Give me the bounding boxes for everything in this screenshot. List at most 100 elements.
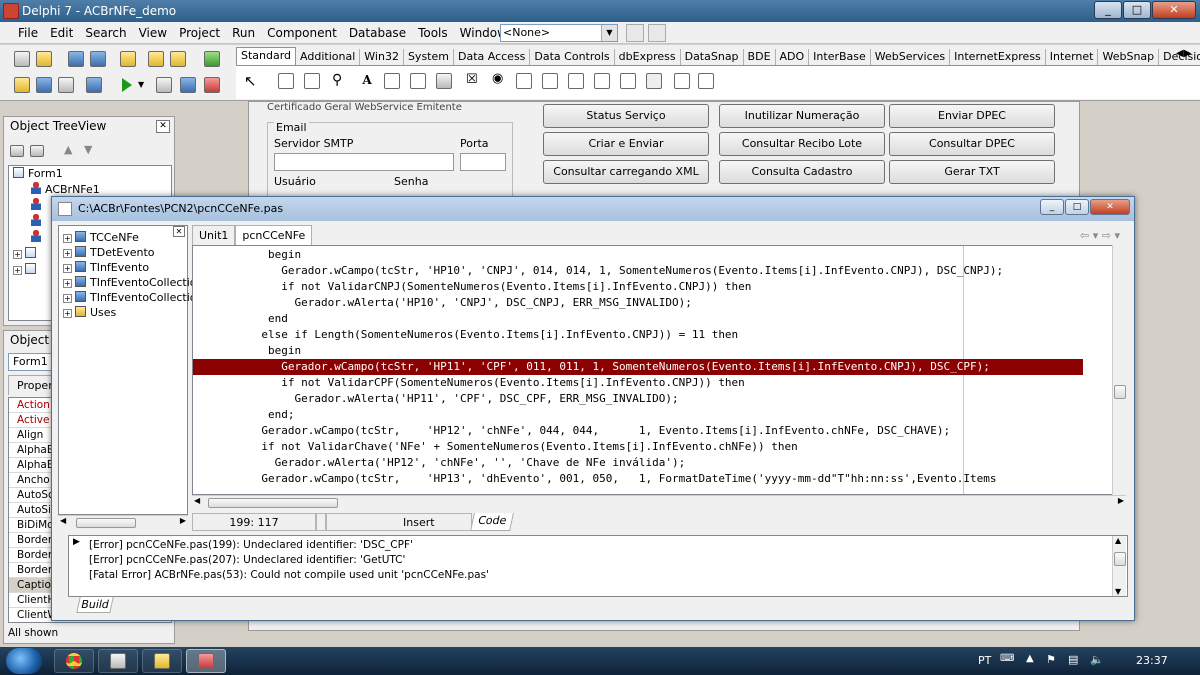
- palette-tab[interactable]: dbExpress: [615, 49, 681, 65]
- code-line[interactable]: Gerador.wCampo(tcStr, 'HP12', 'chNFe', 0…: [193, 423, 950, 439]
- code-line[interactable]: if not ValidarChave('NFe' + SomenteNumer…: [193, 439, 797, 455]
- code-line[interactable]: end;: [193, 407, 295, 423]
- palette-tab[interactable]: Data Access: [454, 49, 531, 65]
- message-line[interactable]: [Error] pcnCCeNFe.pas(199): Undeclared i…: [69, 538, 413, 553]
- popupmenu-icon[interactable]: [304, 73, 320, 89]
- action-center-flag-icon[interactable]: ⚑: [1046, 653, 1056, 666]
- label-icon[interactable]: A: [356, 69, 378, 91]
- save-all-icon[interactable]: [90, 51, 106, 67]
- form-action-button[interactable]: Consultar carregando XML: [543, 160, 709, 184]
- code-vscrollbar[interactable]: [1112, 245, 1126, 495]
- menu-item-project[interactable]: Project: [173, 26, 226, 40]
- help-icon[interactable]: [204, 51, 220, 67]
- cursor-icon[interactable]: ⚲: [332, 72, 342, 88]
- add-file-icon[interactable]: [148, 51, 164, 67]
- combobox-icon[interactable]: [542, 73, 558, 89]
- save-desktop-icon[interactable]: [626, 24, 644, 42]
- trace-into-icon[interactable]: [180, 77, 196, 93]
- scrollbar-icon[interactable]: [568, 73, 584, 89]
- save-icon[interactable]: [68, 51, 84, 67]
- close-icon[interactable]: ✕: [156, 120, 170, 133]
- form-action-button[interactable]: Gerar TXT: [889, 160, 1055, 184]
- menu-item-tools[interactable]: Tools: [412, 26, 454, 40]
- language-indicator[interactable]: PT: [978, 654, 991, 667]
- editor-maximize-button[interactable]: □: [1065, 199, 1089, 215]
- clock[interactable]: 23:37: [1136, 654, 1168, 667]
- close-icon[interactable]: ✕: [173, 226, 185, 237]
- form-action-button[interactable]: Consultar DPEC: [889, 132, 1055, 156]
- view-form-icon[interactable]: [36, 77, 52, 93]
- expand-icon[interactable]: +: [13, 266, 22, 275]
- palette-tab[interactable]: Standard: [236, 47, 297, 65]
- edit-icon[interactable]: [384, 73, 400, 89]
- code-line[interactable]: Gerador.wCampo(tcStr, 'HP10', 'CNPJ', 01…: [193, 263, 1003, 279]
- expand-icon[interactable]: +: [63, 264, 72, 273]
- tab-pcnccenfe[interactable]: pcnCCeNFe: [235, 225, 313, 245]
- form-action-button[interactable]: Status Serviço: [543, 104, 709, 128]
- menu-item-database[interactable]: Database: [343, 26, 412, 40]
- scroll-thumb[interactable]: [1114, 385, 1126, 399]
- code-line[interactable]: Gerador.wAlerta('HP11', 'CPF', DSC_CPF, …: [193, 391, 678, 407]
- scroll-right-icon[interactable]: ▶: [1118, 496, 1124, 505]
- expand-icon[interactable]: +: [63, 294, 72, 303]
- mainmenu-icon[interactable]: [278, 73, 294, 89]
- maximize-button[interactable]: □: [1123, 1, 1151, 19]
- explorer-item[interactable]: + TDetEvento: [63, 245, 155, 261]
- set-debug-desktop-icon[interactable]: [648, 24, 666, 42]
- form-action-button[interactable]: Criar e Enviar: [543, 132, 709, 156]
- code-line[interactable]: if not ValidarCNPJ(SomenteNumeros(Evento…: [193, 279, 751, 295]
- menu-item-component[interactable]: Component: [261, 26, 343, 40]
- close-button[interactable]: ✕: [1152, 1, 1196, 19]
- palette-tab[interactable]: System: [404, 49, 454, 65]
- delete-item-icon[interactable]: [30, 145, 44, 157]
- tab-code[interactable]: Code: [470, 513, 514, 531]
- explorer-scrollbar[interactable]: ◀ ▶: [58, 515, 188, 529]
- labelededit-icon[interactable]: [698, 73, 714, 89]
- palette-tab[interactable]: Internet: [1046, 49, 1099, 65]
- form-page-tabs[interactable]: Certificado Geral WebService Emitente: [267, 102, 462, 113]
- code-line[interactable]: Gerador.wAlerta('HP10', 'CNPJ', DSC_CNPJ…: [193, 295, 691, 311]
- open-icon[interactable]: [36, 51, 52, 67]
- palette-scroll-icon[interactable]: ◀▶: [1176, 48, 1191, 59]
- code-hscrollbar[interactable]: ◀ ▶: [192, 495, 1126, 509]
- expand-icon[interactable]: +: [13, 250, 22, 259]
- actionlist-icon[interactable]: [674, 73, 690, 89]
- explorer-item[interactable]: + TCCeNFe: [63, 230, 139, 246]
- code-line[interactable]: begin: [193, 247, 301, 263]
- code-line[interactable]: Gerador.wAlerta('HP12', 'chNFe', '', 'Ch…: [193, 455, 686, 471]
- start-button[interactable]: [6, 648, 42, 674]
- smtp-field[interactable]: [274, 153, 454, 171]
- button-icon[interactable]: [436, 73, 452, 89]
- palette-tab[interactable]: Win32: [360, 49, 404, 65]
- volume-icon[interactable]: 🔈: [1090, 653, 1104, 666]
- desktop-layout-combo[interactable]: <None> ▼: [500, 24, 618, 42]
- palette-tab[interactable]: Additional: [296, 49, 361, 65]
- navigation-arrows[interactable]: ⇦ ▾ ⇨ ▾: [1080, 229, 1120, 242]
- scroll-thumb[interactable]: [76, 518, 136, 528]
- scroll-up-icon[interactable]: ▲: [1115, 536, 1121, 545]
- scroll-left-icon[interactable]: ◀: [60, 516, 66, 525]
- view-unit-icon[interactable]: [14, 77, 30, 93]
- chrome-task[interactable]: [54, 649, 94, 673]
- message-line[interactable]: [Fatal Error] ACBrNFe.pas(53): Could not…: [69, 568, 489, 583]
- message-vscrollbar[interactable]: ▲ ▼: [1112, 536, 1126, 596]
- code-line[interactable]: end: [193, 311, 288, 327]
- minimize-button[interactable]: _: [1094, 1, 1122, 19]
- show-hidden-icons-icon[interactable]: ▲: [1026, 653, 1034, 664]
- new-items-icon[interactable]: [14, 51, 30, 67]
- menu-item-edit[interactable]: Edit: [44, 26, 79, 40]
- expand-icon[interactable]: +: [63, 309, 72, 318]
- expand-icon[interactable]: +: [63, 249, 72, 258]
- palette-tab[interactable]: WebServices: [871, 49, 951, 65]
- form-action-button[interactable]: Enviar DPEC: [889, 104, 1055, 128]
- code-line[interactable]: else if Length(SomenteNumeros(Evento.Ite…: [193, 327, 738, 343]
- explorer-item[interactable]: + Uses: [63, 305, 116, 321]
- scroll-thumb[interactable]: [208, 498, 338, 508]
- scroll-down-icon[interactable]: ▼: [1115, 587, 1121, 596]
- scroll-left-icon[interactable]: ◀: [194, 496, 200, 505]
- scroll-right-icon[interactable]: ▶: [180, 516, 186, 525]
- palette-tab[interactable]: InternetExpress: [950, 49, 1046, 65]
- palette-tab[interactable]: BDE: [744, 49, 776, 65]
- palette-tab[interactable]: Data Controls: [530, 49, 615, 65]
- port-field[interactable]: [460, 153, 506, 171]
